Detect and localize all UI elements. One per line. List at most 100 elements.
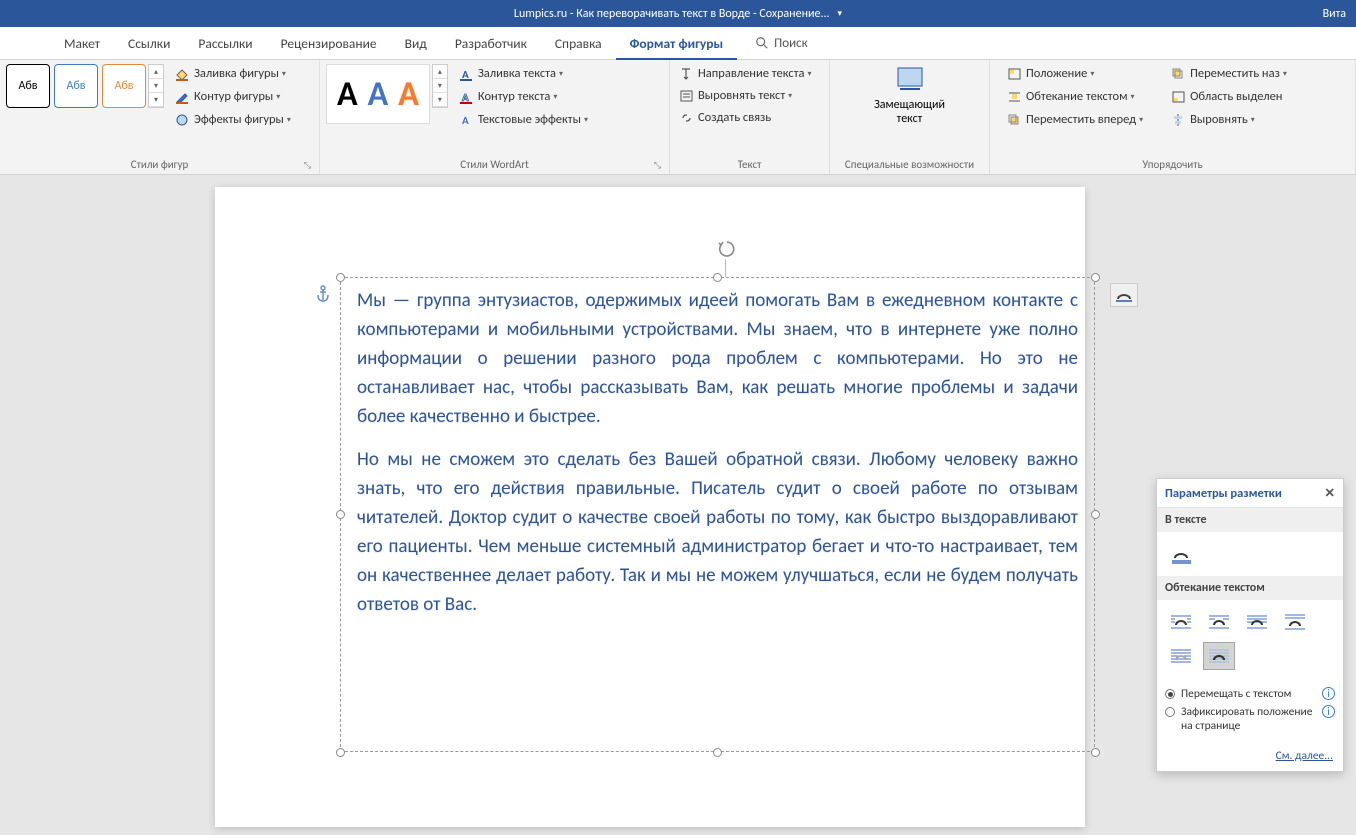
text-direction-button[interactable]: Направление текста▾ — [676, 64, 815, 83]
layout-pane-title: Параметры разметки — [1165, 486, 1282, 501]
rotate-handle[interactable] — [717, 239, 737, 259]
info-icon[interactable]: i — [1322, 705, 1335, 718]
wordart-style-2[interactable]: A — [368, 74, 389, 115]
position-icon — [1007, 67, 1022, 81]
link-icon — [679, 111, 694, 125]
send-backward-button[interactable]: Переместить наз▾ — [1168, 64, 1290, 83]
selection-handle-nw[interactable] — [336, 273, 345, 282]
document-title: Lumpics.ru - Как переворачивать текст в … — [514, 7, 830, 21]
search-box[interactable]: Поиск — [755, 36, 808, 51]
create-link-button[interactable]: Создать связь — [676, 108, 815, 127]
wrap-through[interactable] — [1241, 608, 1273, 636]
document-canvas[interactable]: Мы — группа энтузиастов, одержимых идеей… — [0, 175, 1356, 835]
section-wrap: Обтекание текстом — [1157, 576, 1343, 600]
shape-style-2[interactable]: Абв — [54, 64, 98, 108]
layout-options-icon — [1114, 287, 1134, 303]
wrap-behind[interactable] — [1165, 642, 1197, 670]
align-button[interactable]: Выровнять▾ — [1168, 110, 1290, 129]
shape-styles-dialog[interactable]: ⤡ — [304, 160, 311, 171]
wrap-text-button[interactable]: Обтекание текстом▾ — [1004, 87, 1146, 106]
shape-fill-button[interactable]: Заливка фигуры▾ — [172, 64, 294, 83]
selection-handle-se[interactable] — [1091, 748, 1100, 757]
alt-text-icon — [894, 64, 926, 94]
gallery-scroller[interactable]: ▴▾▾ — [148, 64, 164, 108]
wordart-style-3[interactable]: A — [398, 74, 419, 115]
wrap-text-icon — [1007, 90, 1022, 104]
wordart-gallery[interactable]: A A A — [326, 64, 430, 124]
selection-handle-sw[interactable] — [336, 748, 345, 757]
wrap-tight[interactable] — [1203, 608, 1235, 636]
gallery-more-icon[interactable]: ▾ — [149, 93, 163, 107]
send-backward-icon — [1171, 67, 1186, 81]
title-dropdown-icon[interactable]: ▾ — [838, 8, 843, 19]
align-icon — [1171, 113, 1186, 127]
text-box[interactable]: Мы — группа энтузиастов, одержимых идеей… — [340, 277, 1095, 752]
section-in-text: В тексте — [1157, 508, 1343, 532]
bring-forward-icon — [1007, 113, 1022, 127]
group-text: Направление текста▾ Выровнять текст▾ Соз… — [670, 60, 830, 174]
pen-icon — [175, 90, 190, 104]
svg-text:A: A — [462, 114, 469, 127]
user-name[interactable]: Вита — [1323, 7, 1346, 21]
wrap-top-bottom[interactable] — [1279, 608, 1311, 636]
shape-effects-button[interactable]: Эффекты фигуры▾ — [172, 110, 294, 129]
tab-review[interactable]: Рецензирование — [267, 27, 391, 60]
layout-options-button[interactable] — [1110, 283, 1138, 307]
shape-style-1[interactable]: Абв — [6, 64, 50, 108]
paragraph-1: Мы — группа энтузиастов, одержимых идеей… — [357, 286, 1078, 431]
align-text-button[interactable]: Выровнять текст▾ — [676, 86, 815, 105]
paragraph-2: Но мы не сможем это сделать без Вашей об… — [357, 445, 1078, 619]
selection-handle-w[interactable] — [336, 510, 345, 519]
info-icon[interactable]: i — [1322, 687, 1335, 700]
selection-handle-e[interactable] — [1091, 510, 1100, 519]
text-fill-button[interactable]: AЗаливка текста▾ — [456, 64, 591, 83]
wordart-scroller[interactable]: ▴▾▾ — [432, 64, 448, 108]
text-fill-icon: A — [459, 67, 474, 81]
tab-view[interactable]: Вид — [391, 27, 441, 60]
ribbon-tabs: Макет Ссылки Рассылки Рецензирование Вид… — [0, 27, 1356, 60]
shape-outline-button[interactable]: Контур фигуры▾ — [172, 87, 294, 106]
close-icon[interactable]: ✕ — [1325, 485, 1335, 501]
text-outline-icon: A — [459, 90, 474, 104]
tab-references[interactable]: Ссылки — [114, 27, 184, 60]
tab-developer[interactable]: Разработчик — [441, 27, 541, 60]
gallery-up-icon[interactable]: ▴ — [149, 65, 163, 79]
see-more-link[interactable]: См. далее... — [1157, 745, 1343, 771]
radio-fix-position[interactable]: Зафиксировать положение на страницеi — [1165, 705, 1335, 733]
tab-help[interactable]: Справка — [541, 27, 616, 60]
selection-pane-icon — [1171, 90, 1186, 104]
bucket-icon — [175, 67, 190, 81]
group-shape-styles: Абв Абв Абв ▴▾▾ Заливка фигуры▾ Контур ф… — [0, 60, 320, 174]
search-icon — [755, 36, 769, 50]
selection-pane-button[interactable]: Область выделен — [1168, 87, 1290, 106]
radio-move-with-text[interactable]: Перемещать с текстомi — [1165, 687, 1335, 701]
tab-mailings[interactable]: Рассылки — [184, 27, 266, 60]
text-effects-icon: A — [459, 113, 474, 127]
wrap-square[interactable] — [1165, 608, 1197, 636]
group-accessibility: Замещающий текст Специальные возможности — [830, 60, 990, 174]
position-button[interactable]: Положение▾ — [1004, 64, 1146, 83]
bring-forward-button[interactable]: Переместить вперед▾ — [1004, 110, 1146, 129]
anchor-icon — [315, 285, 331, 308]
alt-text-button[interactable]: Замещающий текст — [865, 64, 955, 126]
gallery-down-icon[interactable]: ▾ — [149, 79, 163, 93]
align-text-icon — [679, 89, 694, 103]
layout-options-pane: Параметры разметки ✕ В тексте Обтекание … — [1156, 478, 1344, 772]
effects-icon — [175, 113, 190, 127]
selection-handle-ne[interactable] — [1091, 273, 1100, 282]
selection-handle-s[interactable] — [713, 748, 722, 757]
selection-handle-n[interactable] — [713, 273, 722, 282]
wrap-inline[interactable] — [1165, 540, 1197, 568]
page: Мы — группа энтузиастов, одержимых идеей… — [215, 187, 1085, 827]
group-wordart: A A A ▴▾▾ AЗаливка текста▾ AКонтур текст… — [320, 60, 670, 174]
wrap-in-front[interactable] — [1203, 642, 1235, 670]
group-arrange: Положение▾ Обтекание текстом▾ Переместит… — [990, 60, 1356, 174]
wordart-dialog[interactable]: ⤡ — [654, 160, 661, 171]
text-effects-button[interactable]: AТекстовые эффекты▾ — [456, 110, 591, 129]
wordart-style-1[interactable]: A — [337, 74, 358, 115]
shape-style-gallery[interactable]: Абв Абв Абв — [6, 64, 146, 108]
tab-shape-format[interactable]: Формат фигуры — [616, 27, 738, 60]
shape-style-3[interactable]: Абв — [102, 64, 146, 108]
tab-layout[interactable]: Макет — [50, 27, 114, 60]
text-outline-button[interactable]: AКонтур текста▾ — [456, 87, 591, 106]
